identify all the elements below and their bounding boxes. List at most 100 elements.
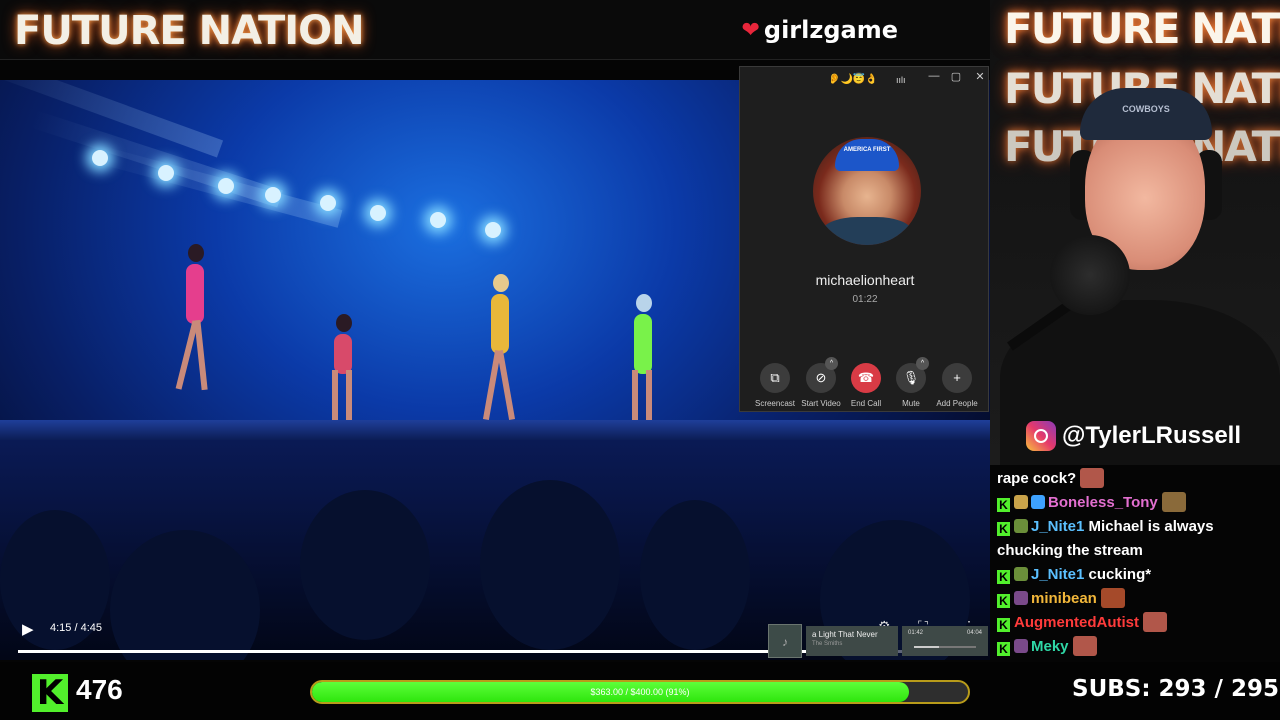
cap-text: AMERICA FIRST [835, 139, 899, 171]
chat-text: rape cock? [997, 470, 1077, 487]
stage [0, 420, 990, 440]
chat-message: K AugmentedAutist [997, 611, 1273, 635]
chat-username[interactable]: J_Nite1 [1031, 518, 1084, 535]
stage-light [370, 205, 386, 221]
video-time: 4:15 / 4:45 [50, 622, 102, 634]
stage-light [265, 187, 281, 203]
streamer-cap: COWBOYS [1080, 88, 1212, 140]
add-people-button[interactable]: + Add People [936, 363, 978, 408]
time-elapsed: 01:42 [908, 630, 924, 636]
chat-username[interactable]: minibean [1031, 590, 1097, 607]
chat-text: Michael is always chucking the stream [997, 518, 1214, 559]
webcam-feed: FUTURE NATION FUTURE NATION FUTURE NATIO… [990, 0, 1280, 465]
kick-badge-icon: K [997, 618, 1010, 632]
chat-message: Kminibean [997, 587, 1273, 611]
donation-goal-text: $363.00 / $400.00 (91%) [590, 687, 690, 697]
caller-name: michaelionheart [815, 272, 915, 288]
call-window: 👂🌙😇👌 ıılı — ▢ ✕ AMERICA FIRST michaelion… [739, 66, 989, 412]
cam-bg-text: FUTURE NATION [1004, 4, 1280, 53]
badge-icon [1014, 639, 1028, 653]
badge-icon [1014, 591, 1028, 605]
site-name: girlzgame [763, 16, 898, 44]
avatar-jacket [821, 217, 913, 245]
stage-light [485, 222, 501, 238]
instagram-icon [1026, 421, 1056, 451]
chat-text: cucking* [1088, 566, 1152, 583]
time-total: 04:04 [966, 630, 982, 636]
kick-badge-icon: K [997, 498, 1010, 512]
kick-badge-icon: K [997, 642, 1010, 656]
stage-light [430, 212, 446, 228]
chat-message: K J_Nite1 Michael is always chucking the … [997, 515, 1273, 563]
track-artist: The Smiths [812, 641, 843, 647]
mute-button[interactable]: 🎙 Mute [891, 363, 931, 408]
chat-username[interactable]: AugmentedAutist [1014, 614, 1139, 631]
end-call-button[interactable]: ☎ End Call [846, 363, 886, 408]
chat-message: K Boneless_Tony [997, 491, 1273, 515]
heart-icon: ❤ [741, 17, 760, 43]
chat-username[interactable]: J_Nite1 [1031, 566, 1084, 583]
add-person-icon: + [942, 363, 972, 393]
call-duration: 01:22 [852, 294, 878, 305]
social-handle: @TylerLRussell [1026, 421, 1241, 451]
maximize-icon[interactable]: ▢ [948, 70, 964, 83]
chat-username[interactable]: Boneless_Tony [1048, 494, 1158, 511]
track-title: a Light That Never [812, 630, 878, 639]
status-emojis: 👂🌙😇👌 [828, 74, 878, 85]
kick-badge-icon: K [997, 570, 1010, 584]
dancer [175, 240, 210, 391]
donation-goal-bar: $363.00 / $400.00 (91%) [310, 680, 970, 704]
caller-avatar: AMERICA FIRST [813, 137, 921, 245]
call-titlebar: 👂🌙😇👌 ıılı — ▢ ✕ [740, 67, 988, 93]
viewer-count: 476 [76, 674, 123, 705]
emote-icon [1100, 588, 1125, 608]
site-logo: ❤ girlzgame [741, 16, 898, 44]
dancer [628, 290, 658, 420]
phone-hangup-icon: ☎ [851, 363, 881, 393]
track-time: 01:42 04:04 [902, 626, 988, 656]
chat-message: K J_Nite1 cucking* [997, 563, 1273, 587]
stage-light [218, 178, 234, 194]
handle-text: @TylerLRussell [1062, 422, 1242, 449]
dancer [482, 270, 516, 420]
mini-music-player[interactable]: ♪ a Light That Never The Smiths 01:42 04… [768, 624, 988, 658]
cube-badge-icon [1031, 495, 1045, 509]
mute-options-chevron-icon[interactable]: ^ [916, 357, 929, 370]
play-icon[interactable]: ▶ [22, 620, 34, 638]
stage-light [92, 150, 108, 166]
close-icon[interactable]: ✕ [972, 70, 988, 83]
emote-icon [1161, 492, 1186, 512]
stage-light [158, 165, 174, 181]
chat-message: rape cock? [997, 467, 1273, 491]
bottom-bar: K 476 $363.00 / $400.00 (91%) SUBS: 293 … [0, 662, 1280, 720]
dancer [328, 310, 358, 420]
chat-message: K Meky [997, 635, 1273, 659]
video-progress-fill [18, 650, 868, 653]
add-people-label: Add People [936, 399, 978, 408]
start-video-button[interactable]: ⊘ Start Video [801, 363, 841, 408]
stream-overlay: FUTURE NATION ❤ girlzgame ▶ 4:15 / 4:45 … [0, 0, 1280, 720]
signal-icon: ıılı [896, 75, 906, 85]
track-progress[interactable] [914, 646, 976, 648]
chat-panel: rape cock? K Boneless_Tony K J_Nite1 Micha… [990, 465, 1280, 662]
emote-icon [1080, 468, 1105, 488]
brand-title: FUTURE NATION [14, 8, 365, 54]
album-art: ♪ [768, 624, 802, 658]
badge-icon [1014, 495, 1028, 509]
kick-badge-icon: K [997, 522, 1010, 536]
screencast-button[interactable]: ⧉ Screencast [755, 363, 795, 408]
kick-badge-icon: K [997, 594, 1010, 608]
emote-icon [1072, 636, 1097, 656]
video-options-chevron-icon[interactable]: ^ [825, 357, 838, 370]
screencast-icon: ⧉ [760, 363, 790, 393]
subs-counter: SUBS: 293 / 295 [1072, 676, 1279, 702]
emote-icon [1143, 612, 1167, 632]
track-info: a Light That Never The Smiths [806, 626, 898, 656]
badge-icon [1014, 567, 1028, 581]
badge-icon [1014, 519, 1028, 533]
minimize-icon[interactable]: — [926, 70, 942, 82]
kick-logo-icon: K [32, 674, 68, 712]
stage-light [320, 195, 336, 211]
top-header: FUTURE NATION ❤ girlzgame [0, 0, 990, 60]
chat-username[interactable]: Meky [1031, 638, 1069, 655]
